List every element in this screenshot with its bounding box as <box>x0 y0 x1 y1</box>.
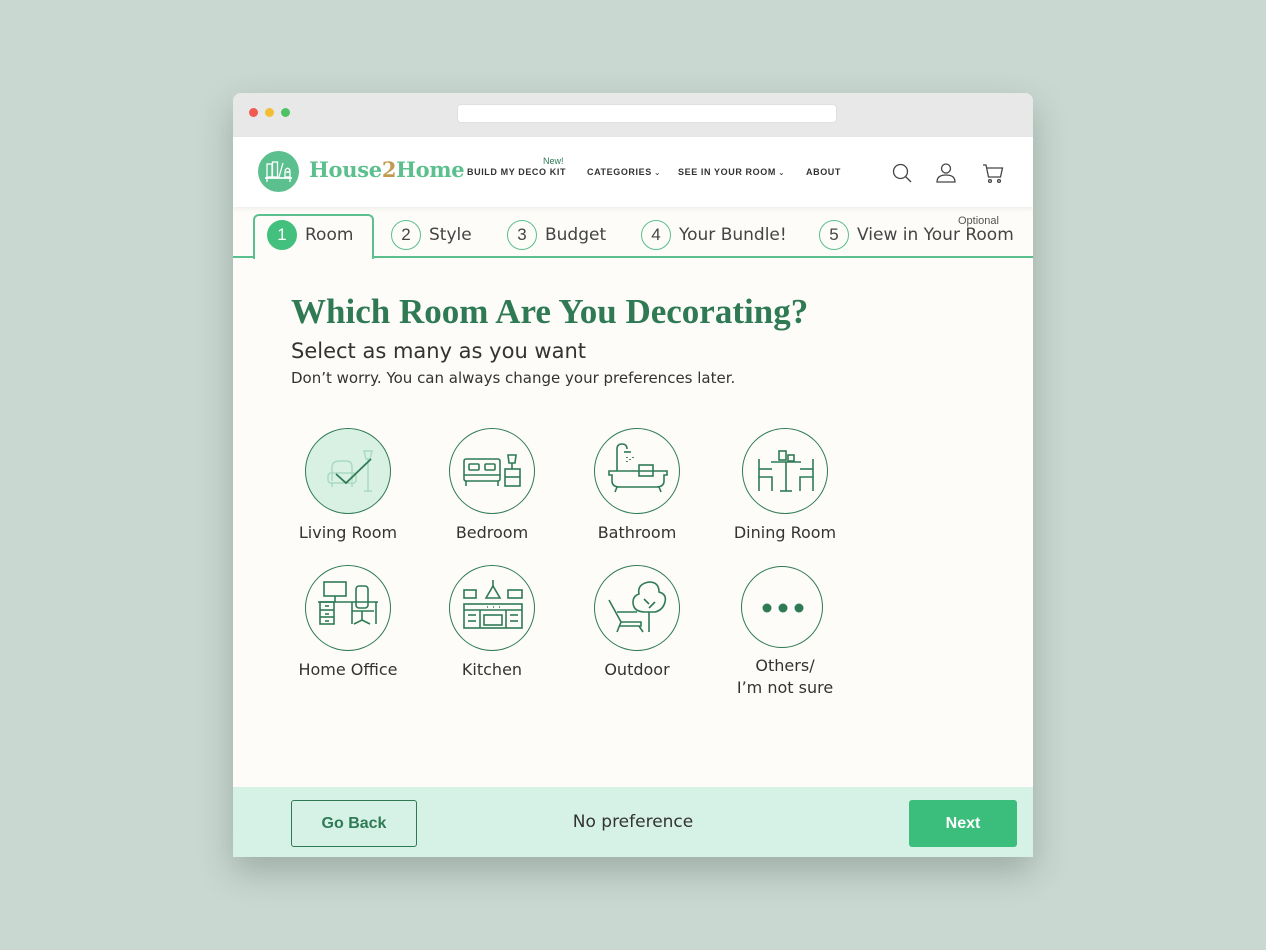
brand-name[interactable]: House2Home <box>309 157 465 182</box>
room-option-circle[interactable] <box>594 428 680 514</box>
cart-icon[interactable] <box>981 161 1005 185</box>
chevron-down-icon: ⌄ <box>653 168 662 177</box>
room-option-circle[interactable] <box>594 565 680 651</box>
step-your-bundle[interactable]: 4 Your Bundle! <box>641 220 787 250</box>
search-icon[interactable] <box>890 161 914 185</box>
footer-bar: Go Back No preference Next <box>233 787 1033 857</box>
go-back-button[interactable]: Go Back <box>291 800 417 847</box>
room-option-circle[interactable] <box>449 428 535 514</box>
helper-text: Don’t worry. You can always change your … <box>291 369 736 387</box>
next-button[interactable]: Next <box>909 800 1017 847</box>
minimize-window-dot[interactable] <box>265 108 274 117</box>
step-number: 2 <box>391 220 421 250</box>
step-number: 5 <box>819 220 849 250</box>
room-label: Home Office <box>298 660 398 679</box>
nav-label: BUILD MY DECO KIT <box>467 167 567 177</box>
tree-chair-icon <box>608 581 667 633</box>
address-bar[interactable] <box>457 104 837 123</box>
page-title: Which Room Are You Decorating? <box>291 292 809 331</box>
kitchen-icon <box>463 580 523 629</box>
logo-icon[interactable] <box>258 151 299 192</box>
bathtub-icon <box>608 443 668 493</box>
nav-categories[interactable]: CATEGORIES ⌄ <box>587 167 661 177</box>
dining-table-icon <box>758 450 814 492</box>
bed-icon <box>463 454 521 487</box>
step-label: View in Your Room <box>857 225 1014 245</box>
nav-see-in-your-room[interactable]: SEE IN YOUR ROOM ⌄ <box>678 167 785 177</box>
nav-build-my-deco-kit[interactable]: BUILD MY DECO KIT <box>467 167 566 177</box>
room-label: Bedroom <box>455 523 529 542</box>
step-number: 4 <box>641 220 671 250</box>
step-number: 3 <box>507 220 537 250</box>
more-dots-icon <box>762 603 804 613</box>
room-label: Dining Room <box>733 523 837 542</box>
site-header: House2Home New! BUILD MY DECO KIT CATEGO… <box>233 137 1033 207</box>
room-label-line1: Others/ <box>755 656 815 675</box>
brand-name-part1: House <box>309 157 382 182</box>
room-label: Outdoor <box>604 660 670 679</box>
user-icon[interactable] <box>934 161 958 185</box>
room-option-circle[interactable] <box>741 566 823 648</box>
room-label: Bathroom <box>597 523 677 542</box>
new-badge: New! <box>543 156 564 166</box>
brand-name-part2: Home <box>396 157 465 182</box>
step-style[interactable]: 2 Style <box>391 220 472 250</box>
room-label: Others/ I’m not sure <box>710 655 860 699</box>
room-label-line2: I’m not sure <box>736 678 834 697</box>
step-label: Budget <box>545 225 607 245</box>
browser-window: House2Home New! BUILD MY DECO KIT CATEGO… <box>233 93 1033 857</box>
step-view-in-your-room[interactable]: 5 View in Your Room <box>819 220 1014 250</box>
page-subtitle: Select as many as you want <box>291 339 587 363</box>
room-label: Kitchen <box>461 660 523 679</box>
room-option-circle[interactable] <box>742 428 828 514</box>
room-option-circle[interactable] <box>305 428 391 514</box>
step-number: 1 <box>267 220 297 250</box>
living-room-icon <box>327 450 373 492</box>
step-budget[interactable]: 3 Budget <box>507 220 606 250</box>
nav-label: SEE IN YOUR ROOM <box>678 167 776 177</box>
room-option-circle[interactable] <box>449 565 535 651</box>
step-label: Room <box>305 225 354 245</box>
chevron-down-icon: ⌄ <box>777 168 786 177</box>
nav-label: CATEGORIES <box>587 167 652 177</box>
step-label: Style <box>429 225 472 245</box>
progress-steps: Optional 1 Room 2 Style 3 Budget 4 Your … <box>233 207 1033 259</box>
room-option-circle[interactable] <box>305 565 391 651</box>
browser-chrome <box>233 93 1033 137</box>
brand-name-number: 2 <box>381 157 397 182</box>
nav-about[interactable]: ABOUT <box>806 167 841 177</box>
room-label: Living Room <box>298 523 398 542</box>
no-preference-link[interactable]: No preference <box>533 812 733 832</box>
nav-label: ABOUT <box>806 167 841 177</box>
step-label: Your Bundle! <box>679 225 787 245</box>
desk-icon <box>318 581 378 625</box>
close-window-dot[interactable] <box>249 108 258 117</box>
maximize-window-dot[interactable] <box>281 108 290 117</box>
step-room[interactable]: 1 Room <box>267 220 353 250</box>
